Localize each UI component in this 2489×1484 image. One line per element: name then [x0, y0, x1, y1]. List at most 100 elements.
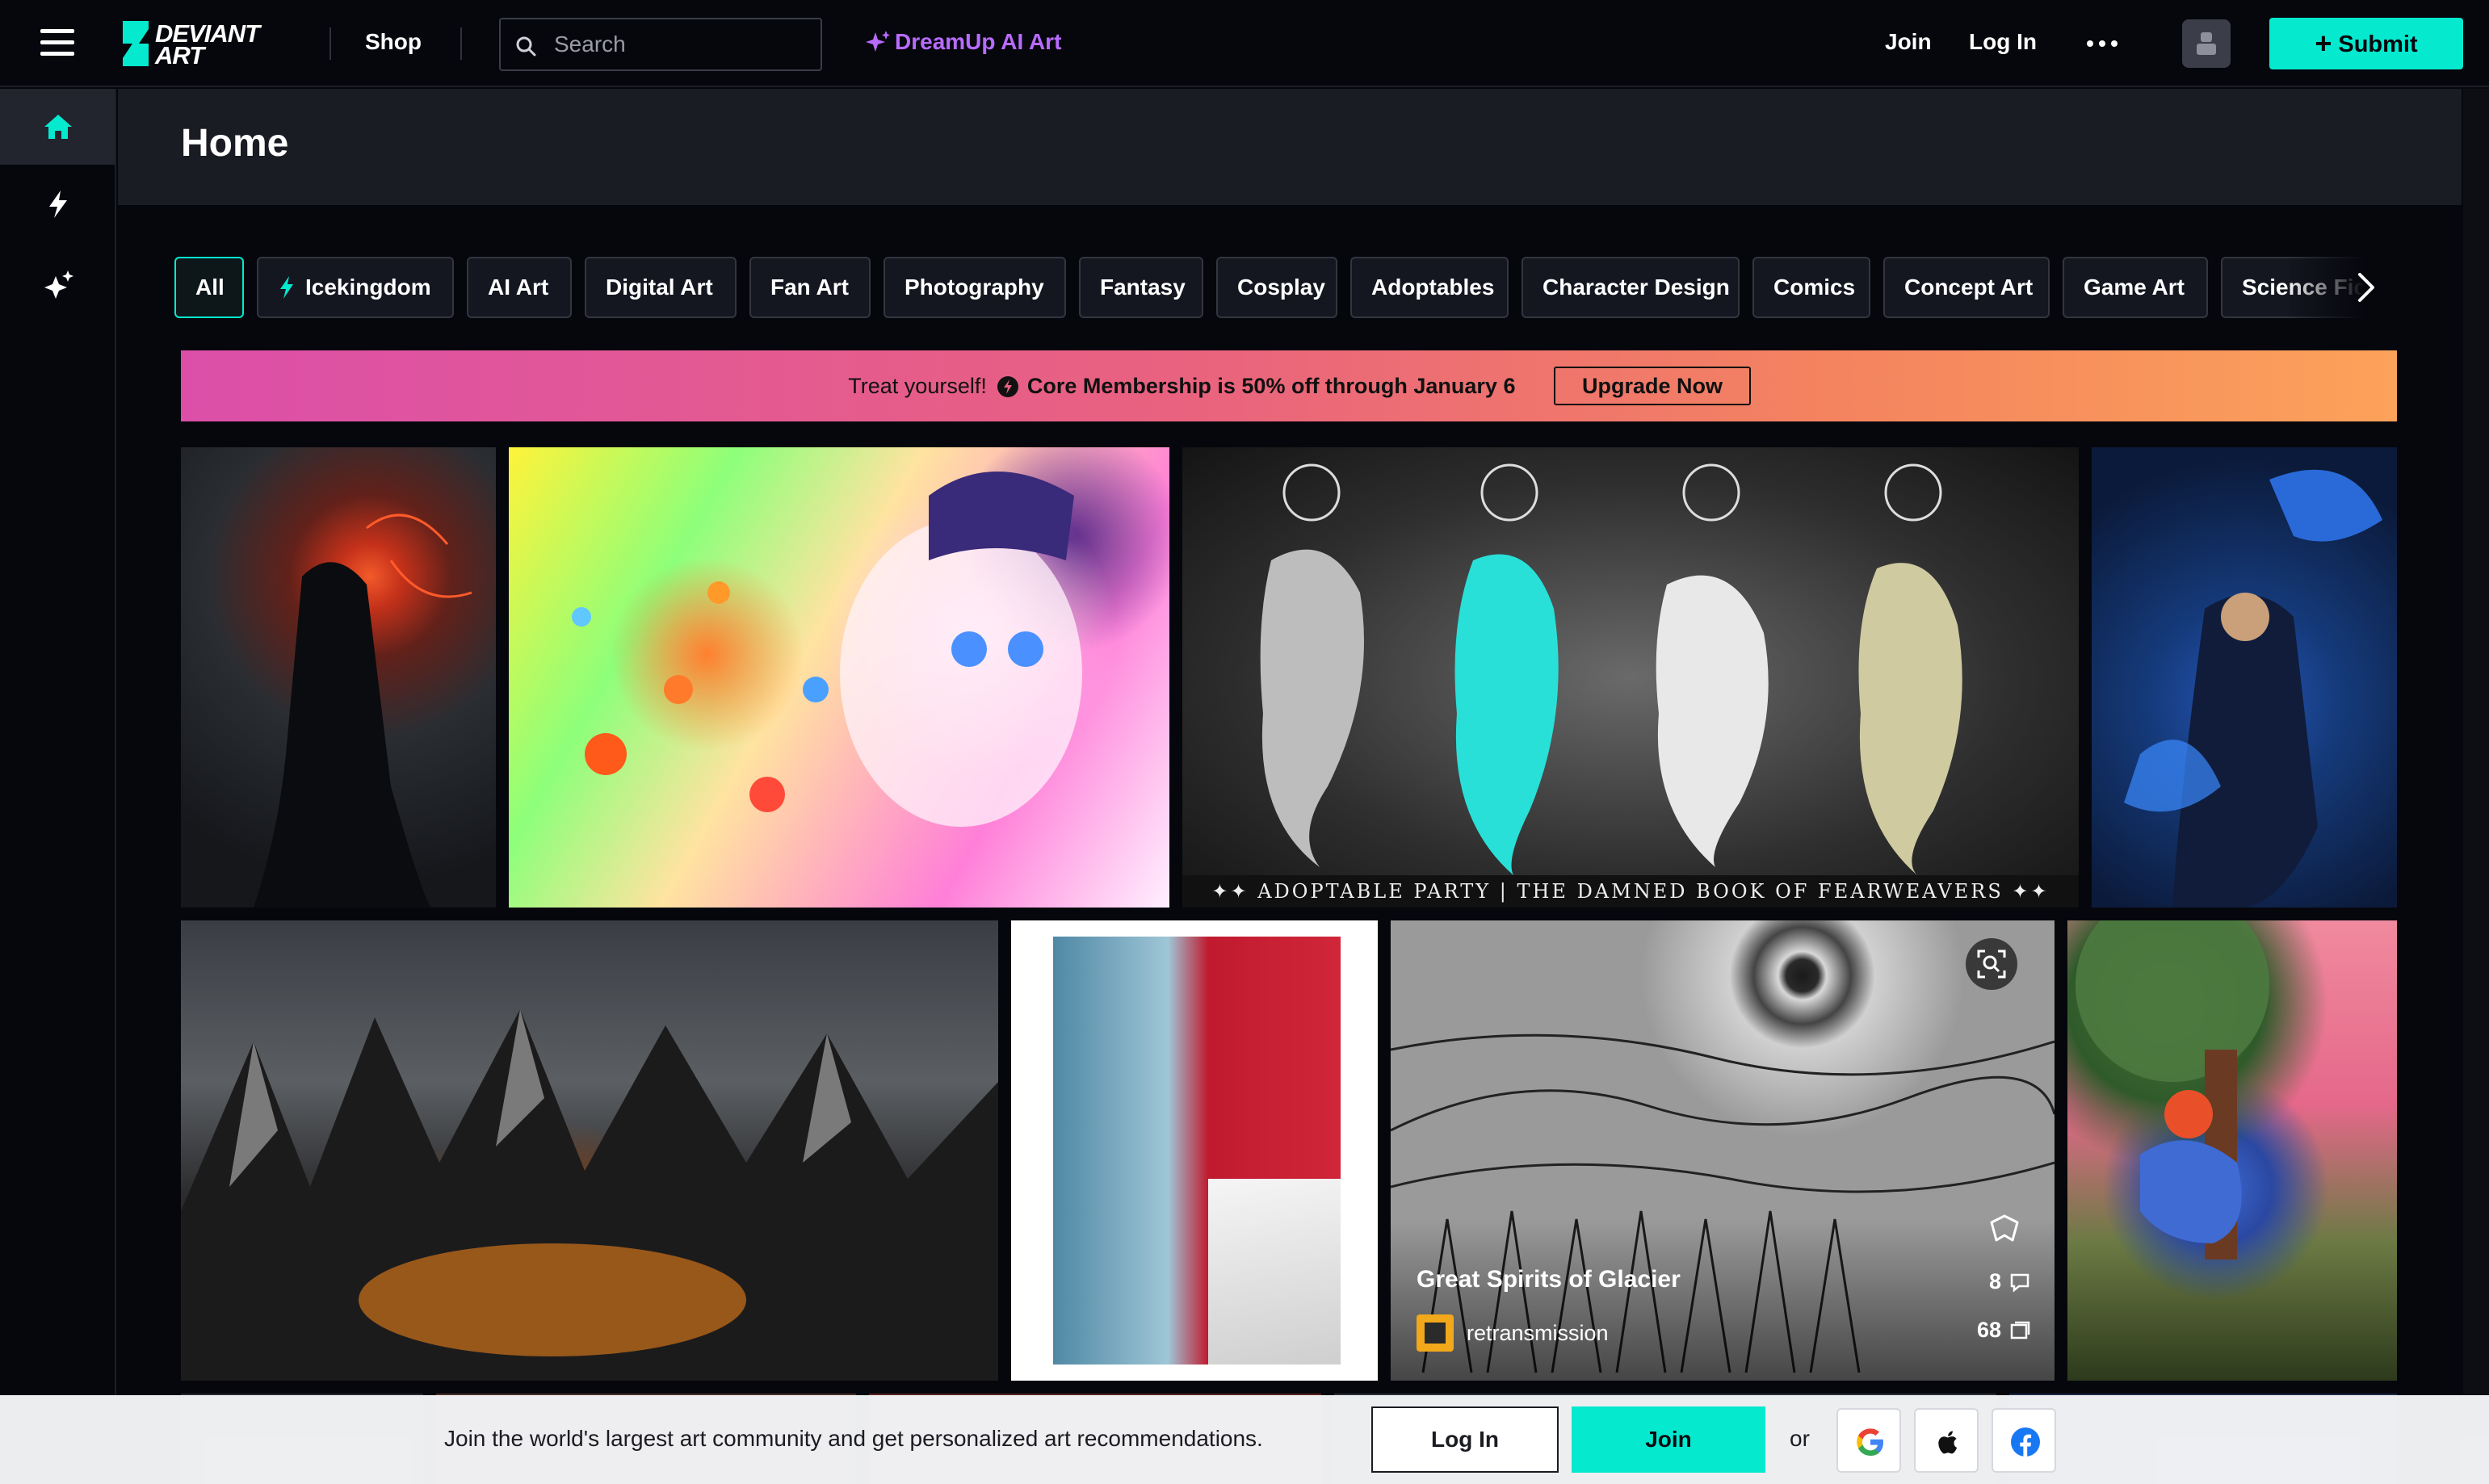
chip-label: Digital Art: [606, 275, 713, 300]
more-options-icon[interactable]: [2087, 29, 2119, 58]
artwork-red-blue-door[interactable]: [1011, 920, 1378, 1381]
favourite-count: 68: [1977, 1318, 2030, 1343]
scrollbar-track[interactable]: [2463, 89, 2489, 1395]
chip-label: Cosplay: [1237, 275, 1325, 300]
artwork-image: [2124, 469, 2382, 908]
rail-item-dreamup[interactable]: [0, 247, 115, 323]
artwork-image: [1182, 463, 2079, 908]
adoptable-caption: ✦✦ ADOPTABLE PARTY | THE DAMNED BOOK OF …: [1211, 880, 2050, 903]
signup-banner: Join the world's largest art community a…: [0, 1395, 2489, 1484]
artwork-boy-under-tree[interactable]: [2067, 920, 2397, 1381]
upgrade-now-button[interactable]: Upgrade Now: [1554, 367, 1751, 405]
artwork-image: [181, 1009, 998, 1381]
shop-link[interactable]: Shop: [365, 29, 422, 55]
artwork-title[interactable]: Great Spirits of Glacier: [1417, 1266, 1681, 1293]
artwork-image: [572, 472, 1082, 827]
divider: [460, 27, 462, 60]
search-input[interactable]: [552, 27, 811, 61]
chip-adoptables[interactable]: Adoptables: [1350, 257, 1509, 318]
rail-item-whats-hot[interactable]: [0, 166, 115, 242]
or-label: or: [1790, 1426, 1810, 1451]
promo-treat-text: Treat yourself!: [848, 374, 987, 398]
chip-comics[interactable]: Comics: [1752, 257, 1870, 318]
promo-text: Treat yourself! Core Membership is 50% of…: [181, 350, 1764, 421]
apple-icon: [1938, 1431, 1958, 1454]
artwork-image: [2076, 920, 2269, 1260]
favourite-icon[interactable]: [1988, 1213, 2021, 1245]
rail-item-home[interactable]: [0, 89, 115, 165]
promo-deal-text: Core Membership is 50% off through Janua…: [1026, 374, 1516, 398]
chip-label: Fantasy: [1100, 275, 1186, 300]
chip-label: Icekingdom: [305, 275, 431, 300]
join-link[interactable]: Join: [1885, 29, 1932, 55]
google-signin-button[interactable]: [1836, 1408, 1901, 1473]
core-membership-icon: [997, 376, 1018, 397]
dreamup-sparkle-icon: [866, 31, 890, 52]
chip-character-design[interactable]: Character Design: [1522, 257, 1740, 318]
chip-label: All: [195, 275, 225, 300]
facebook-icon: [2011, 1427, 2040, 1457]
chip-label: Comics: [1773, 275, 1856, 300]
artwork-volcanic-mountains[interactable]: [181, 920, 998, 1381]
chip-game-art[interactable]: Game Art: [2063, 257, 2208, 318]
submit-button[interactable]: + Submit: [2269, 18, 2463, 69]
menu-icon[interactable]: [40, 29, 74, 57]
chip-label: Fan Art: [770, 275, 849, 300]
artwork-adoptable-party[interactable]: ✦✦ ADOPTABLE PARTY | THE DAMNED BOOK OF …: [1182, 447, 2079, 908]
dreamup-label: DreamUp AI Art: [895, 29, 1062, 54]
left-rail: [0, 89, 116, 1484]
divider: [329, 27, 331, 60]
comment-count-value: 8: [1988, 1269, 2001, 1293]
image-stack-icon: [2010, 1321, 2030, 1339]
plus-icon: +: [2315, 27, 2332, 60]
chip-label: AI Art: [488, 275, 549, 300]
search-icon: [516, 36, 536, 57]
facebook-signin-button[interactable]: [1992, 1408, 2056, 1473]
chip-digital-art[interactable]: Digital Art: [585, 257, 737, 318]
home-icon: [44, 115, 72, 139]
chip-fan-art[interactable]: Fan Art: [749, 257, 871, 318]
search-box[interactable]: [499, 18, 822, 71]
signup-message: Join the world's largest art community a…: [444, 1426, 1263, 1451]
dreamup-ai-art-link[interactable]: DreamUp AI Art: [864, 29, 1061, 55]
page-title: Home: [181, 122, 289, 165]
chip-cosplay[interactable]: Cosplay: [1216, 257, 1337, 318]
chip-label: Adoptables: [1371, 275, 1495, 300]
chip-concept-art[interactable]: Concept Art: [1883, 257, 2050, 318]
artwork-image: [1053, 937, 1341, 1365]
submit-label: Submit: [2338, 31, 2418, 57]
magnify-icon: [1977, 950, 2006, 979]
chip-fantasy[interactable]: Fantasy: [1079, 257, 1203, 318]
comment-count: 8: [1989, 1269, 2030, 1294]
user-icon: [2197, 32, 2216, 55]
artwork-wolf-warrior[interactable]: [2092, 447, 2397, 908]
deviantart-logo[interactable]: DEVIANT ART: [120, 19, 289, 69]
author-avatar: [1417, 1314, 1454, 1352]
chip-all[interactable]: All: [174, 257, 244, 318]
artwork-colorful-anime-girl[interactable]: [509, 447, 1169, 908]
lightning-icon: [49, 191, 67, 218]
zoom-button[interactable]: [1966, 938, 2017, 990]
author-name: retransmission: [1467, 1321, 1609, 1345]
signup-login-button[interactable]: Log In: [1371, 1406, 1559, 1473]
home-header: Home: [118, 89, 2462, 205]
chip-ai-art[interactable]: AI Art: [467, 257, 572, 318]
chip-label: Game Art: [2084, 275, 2185, 300]
chip-photography[interactable]: Photography: [884, 257, 1066, 318]
signup-join-button[interactable]: Join: [1572, 1406, 1765, 1473]
chip-label: Photography: [905, 275, 1044, 300]
artwork-image: [254, 514, 472, 908]
chevron-right-icon[interactable]: [2347, 266, 2387, 308]
apple-signin-button[interactable]: [1914, 1408, 1979, 1473]
artwork-great-spirits-of-glacier[interactable]: Great Spirits of Glacier retransmission …: [1391, 920, 2055, 1381]
login-link[interactable]: Log In: [1969, 29, 2037, 55]
logo-wordmark: DEVIANT ART: [155, 19, 260, 69]
top-bar: DEVIANT ART Shop DreamUp AI Art Join Log…: [0, 0, 2489, 87]
dreamup-sparkle-icon: [44, 270, 73, 299]
artwork-hooded-figure[interactable]: [181, 447, 496, 908]
avatar[interactable]: [2182, 19, 2231, 68]
chip-icekingdom[interactable]: Icekingdom: [257, 257, 454, 318]
google-icon: [1857, 1428, 1883, 1456]
deviantart-logo-icon: [123, 21, 149, 66]
chip-label: Concept Art: [1904, 275, 2034, 300]
